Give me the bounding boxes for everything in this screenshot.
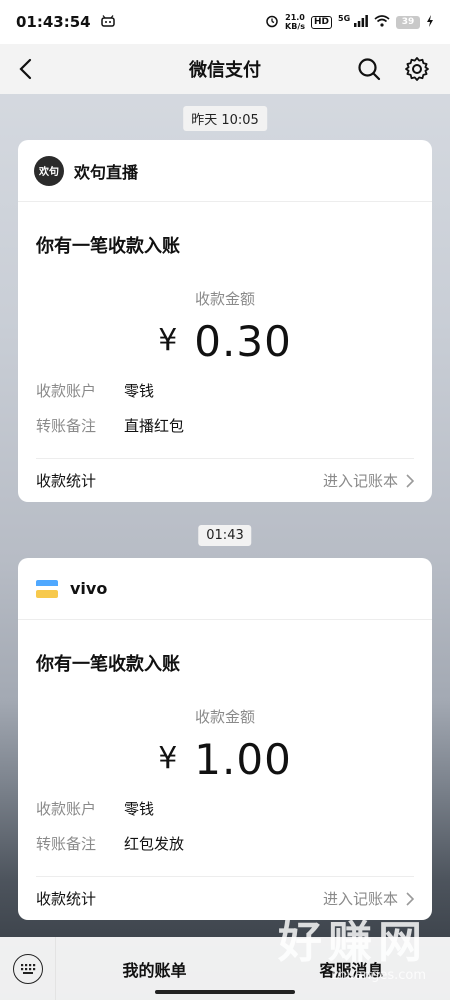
notification-app-icon (100, 13, 115, 31)
timestamp-chip: 昨天 10:05 (183, 106, 267, 131)
keyboard-icon (12, 953, 43, 984)
search-button[interactable] (354, 54, 384, 84)
amount-label: 收款金额 (194, 290, 255, 308)
payment-card[interactable]: vivo 你有一笔收款入账 收款金额 ¥1.00 收款账户 零钱 转账备注 红包发放… (18, 558, 432, 920)
app-header: 微信支付 (0, 44, 450, 94)
gear-icon (405, 57, 429, 81)
info-row-remark: 转账备注 直播红包 (36, 417, 185, 435)
info-row-account: 收款账户 零钱 (36, 800, 155, 818)
gesture-bar[interactable] (155, 990, 295, 994)
charging-icon (426, 14, 434, 30)
card-title: 你有一笔收款入账 (36, 654, 180, 675)
payment-card[interactable]: 欢句 欢句直播 你有一笔收款入账 收款金额 ¥0.30 收款账户 零钱 转账备注直… (18, 140, 432, 502)
alarm-icon (265, 14, 279, 31)
amount-value: ¥0.30 (158, 317, 292, 366)
settings-button[interactable] (402, 54, 432, 84)
info-row-remark: 转账备注 红包发放 (36, 835, 185, 853)
merchant-logo: 欢句 (34, 155, 64, 186)
card-header[interactable]: vivo (18, 558, 432, 620)
currency-symbol: ¥ (158, 741, 179, 776)
timestamp-chip: 01:43 (198, 525, 252, 546)
ledger-link[interactable]: 进入记账本 (323, 470, 414, 491)
chevron-right-icon (406, 473, 414, 488)
amount-label: 收款金额 (194, 708, 255, 726)
stats-label: 收款统计 (36, 890, 97, 908)
merchant-name: vivo (70, 579, 108, 598)
signal-icon: 5G (338, 14, 368, 30)
status-time: 01:43:54 (16, 13, 91, 31)
menu-my-bills[interactable]: 我的账单 (56, 957, 253, 981)
wallet-icon (34, 576, 60, 602)
watermark-logo: 好赚网 (278, 917, 428, 968)
wifi-icon (374, 14, 390, 30)
amount-value: ¥1.00 (158, 735, 292, 784)
network-speed: 21.0 KB/s (285, 13, 305, 31)
battery-indicator: 39 (396, 15, 420, 29)
stats-label: 收款统计 (36, 472, 97, 490)
currency-symbol: ¥ (158, 323, 179, 358)
info-row-account: 收款账户 零钱 (36, 382, 155, 400)
chevron-right-icon (406, 891, 414, 906)
merchant-name: 欢句直播 (74, 162, 139, 182)
search-icon (358, 58, 381, 81)
card-footer[interactable]: 收款统计 进入记账本 (36, 458, 414, 502)
hd-badge: HD (311, 15, 333, 29)
back-button[interactable] (10, 54, 40, 84)
chevron-left-icon (19, 58, 32, 80)
status-bar: 01:43:54 21.0 KB/s HD 5G 39 (0, 0, 450, 44)
card-header[interactable]: 欢句 欢句直播 (18, 140, 432, 202)
keyboard-toggle-button[interactable] (0, 937, 56, 1000)
card-title: 你有一笔收款入账 (36, 236, 180, 257)
watermark-url: zhuanges.com (331, 968, 426, 983)
